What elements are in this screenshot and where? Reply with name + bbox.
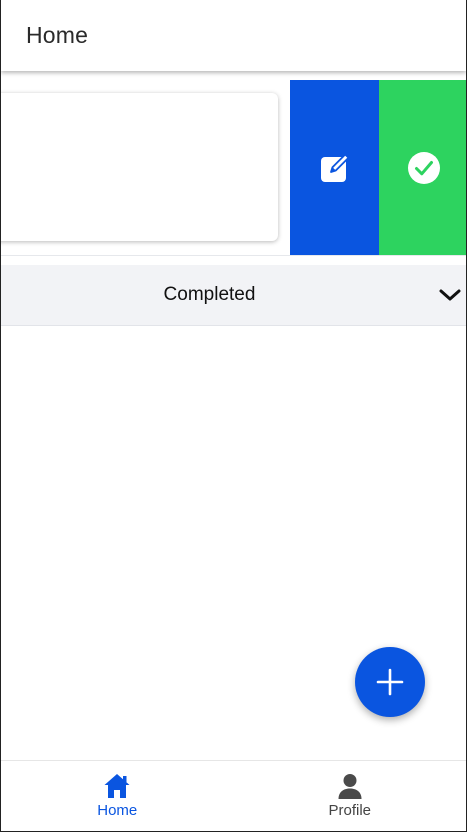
nav-label-home: Home xyxy=(97,802,138,819)
section-title: Completed xyxy=(163,284,256,305)
app-header: Home xyxy=(1,0,466,71)
swipeable-task-row[interactable] xyxy=(1,80,466,255)
person-icon xyxy=(338,774,362,799)
home-icon xyxy=(104,774,130,798)
task-card[interactable] xyxy=(1,93,278,241)
page-title: Home xyxy=(26,22,89,48)
add-task-button[interactable] xyxy=(355,647,425,717)
app-screen: Home Completed Home Profile xyxy=(0,0,467,832)
edit-action-button[interactable] xyxy=(290,80,379,255)
edit-icon xyxy=(320,153,349,182)
check-circle-icon xyxy=(407,151,440,184)
complete-action-button[interactable] xyxy=(379,80,466,255)
nav-item-profile[interactable]: Profile xyxy=(234,761,467,831)
bottom-navigation: Home Profile xyxy=(1,760,467,831)
chevron-down-icon xyxy=(439,289,461,301)
nav-label-profile: Profile xyxy=(328,802,372,819)
completed-section-toggle[interactable]: Completed xyxy=(1,265,466,326)
row-divider xyxy=(1,255,466,256)
plus-icon xyxy=(376,668,404,696)
nav-item-home[interactable]: Home xyxy=(1,761,234,831)
